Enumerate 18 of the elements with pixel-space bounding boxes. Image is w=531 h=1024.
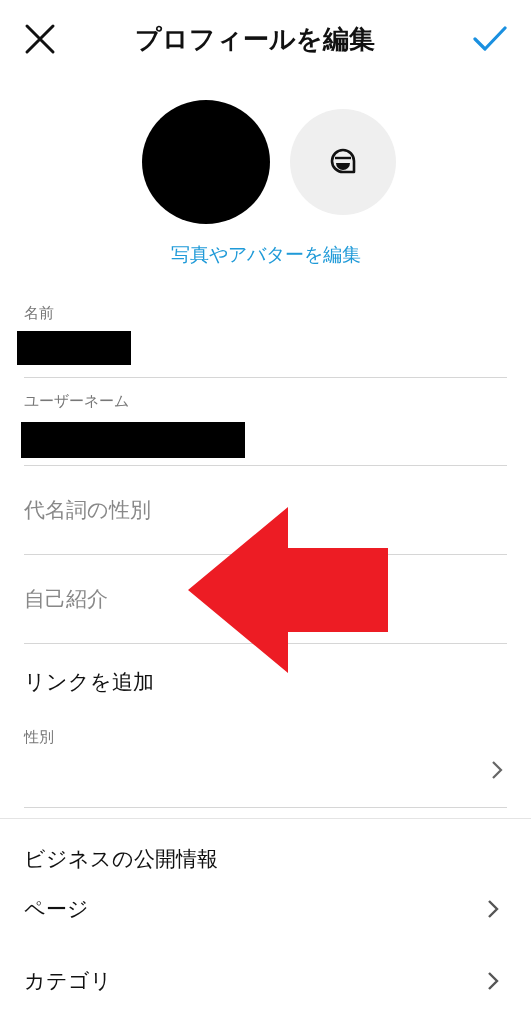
chevron-right-icon (491, 760, 503, 780)
select-field[interactable]: 性別 (24, 720, 507, 808)
checkmark-icon (473, 26, 507, 52)
menu-item-label: ページ (24, 896, 89, 923)
chevron-right-icon (487, 971, 499, 991)
add-link-button[interactable]: リンクを追加 (24, 668, 154, 696)
field-label: 名前 (24, 304, 55, 323)
confirm-button[interactable] (473, 26, 507, 52)
menu-item[interactable]: カテゴリ (24, 945, 499, 1017)
field-label: ユーザーネーム (24, 392, 130, 411)
field-label: 性別 (24, 728, 55, 747)
menu-item-label: カテゴリ (24, 968, 112, 995)
chevron-right-icon (487, 899, 499, 919)
close-icon (24, 23, 56, 55)
close-button[interactable] (24, 23, 56, 55)
screen-title: プロフィールを編集 (133, 22, 376, 56)
section-title: ビジネスの公開情報 (24, 846, 219, 873)
menu-item[interactable]: ページ (24, 873, 499, 945)
